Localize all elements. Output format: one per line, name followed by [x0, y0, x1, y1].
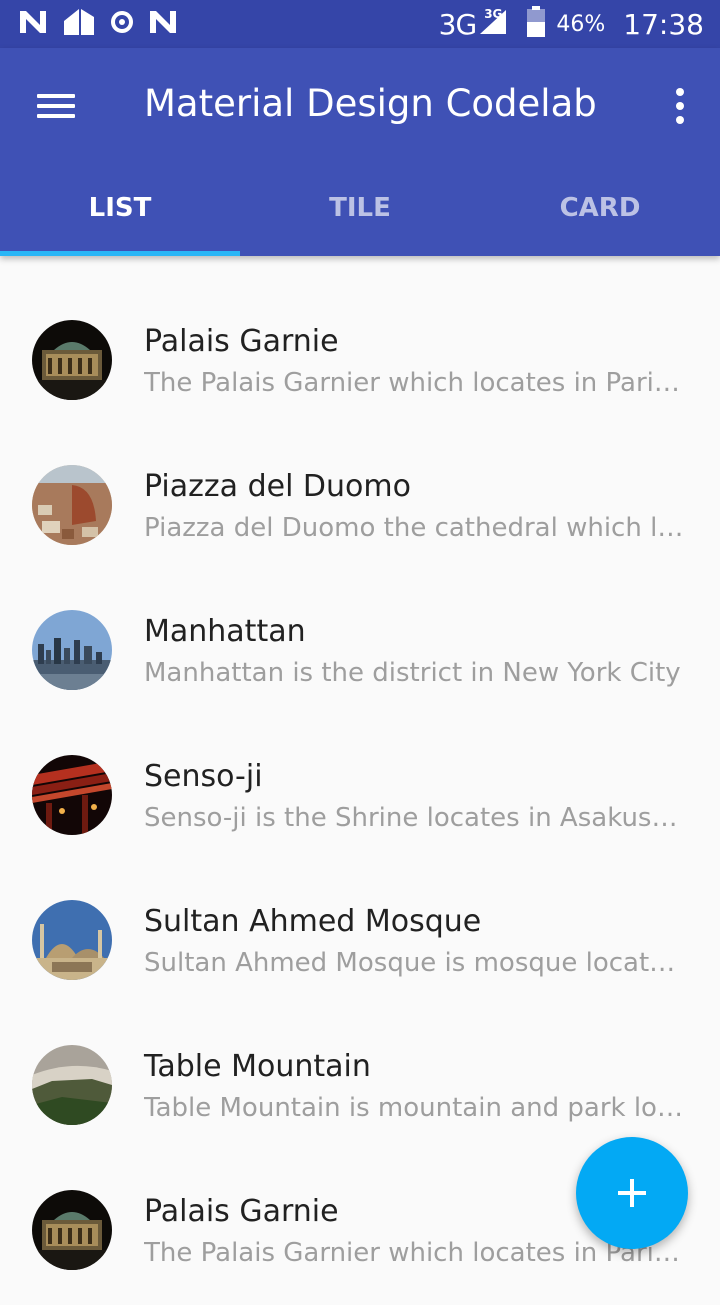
sultan-ahmed-mosque-image — [32, 900, 112, 980]
hamburger-menu-icon — [37, 94, 75, 118]
item-description: Piazza del Duomo the cathedral which loc… — [144, 513, 684, 543]
item-title: Palais Garnie — [144, 1194, 339, 1229]
item-title: Manhattan — [144, 614, 306, 649]
item-description: Senso-ji is the Shrine locates in Asakus… — [144, 803, 684, 833]
item-title: Piazza del Duomo — [144, 469, 411, 504]
tab-indicator — [0, 251, 240, 256]
senso-ji-image — [32, 755, 112, 835]
list-item[interactable]: Piazza del Duomo Piazza del Duomo the ca… — [0, 435, 720, 580]
tab-card[interactable]: CARD — [480, 160, 720, 256]
status-bar: 3G 3G 46% 17:38 — [0, 0, 720, 48]
list-item[interactable]: Sultan Ahmed Mosque Sultan Ahmed Mosque … — [0, 870, 720, 1015]
manhattan-image — [32, 610, 112, 690]
menu-button[interactable] — [24, 78, 88, 134]
home-notification-icon — [62, 7, 96, 41]
list-item[interactable]: Palais Garnie The Palais Garnier which l… — [0, 290, 720, 435]
list-item[interactable]: Manhattan Manhattan is the district in N… — [0, 580, 720, 725]
tab-tile[interactable]: TILE — [240, 160, 480, 256]
battery-icon — [526, 6, 546, 42]
palais-garnier-image — [32, 320, 112, 400]
status-system-icons: 3G 3G 46% 17:38 — [439, 0, 704, 48]
status-notification-icons — [18, 8, 178, 40]
piazza-del-duomo-image — [32, 465, 112, 545]
add-icon — [618, 1179, 646, 1207]
app-bar: Material Design Codelab LIST TILE CARD — [0, 48, 720, 256]
notification-n-icon — [18, 9, 48, 39]
item-description: Manhattan is the district in New York Ci… — [144, 658, 681, 688]
battery-percent: 46% — [556, 11, 606, 37]
item-title: Table Mountain — [144, 1049, 371, 1084]
tab-list[interactable]: LIST — [0, 160, 240, 256]
app-title: Material Design Codelab — [144, 82, 597, 125]
network-type: 3G — [438, 7, 478, 41]
tab-bar: LIST TILE CARD — [0, 160, 720, 256]
item-title: Senso-ji — [144, 759, 263, 794]
list-item[interactable]: Senso-ji Senso-ji is the Shrine locates … — [0, 725, 720, 870]
item-description: Sultan Ahmed Mosque is mosque locates… — [144, 948, 684, 978]
list-item[interactable]: Table Mountain Table Mountain is mountai… — [0, 1015, 720, 1160]
palais-garnier-image — [32, 1190, 112, 1270]
notification-n-icon — [148, 9, 178, 39]
network-superscript: 3G — [484, 7, 503, 21]
clock: 17:38 — [623, 7, 704, 41]
add-button[interactable] — [576, 1137, 688, 1249]
item-title: Palais Garnie — [144, 324, 339, 359]
record-icon — [110, 10, 134, 38]
item-title: Sultan Ahmed Mosque — [144, 904, 482, 939]
item-description: The Palais Garnier which locates in Pari… — [144, 1238, 684, 1268]
table-mountain-image — [32, 1045, 112, 1125]
more-vert-icon[interactable] — [660, 78, 700, 134]
item-description: Table Mountain is mountain and park loca… — [144, 1093, 684, 1123]
item-description: The Palais Garnier which locates in Pari… — [144, 368, 684, 398]
